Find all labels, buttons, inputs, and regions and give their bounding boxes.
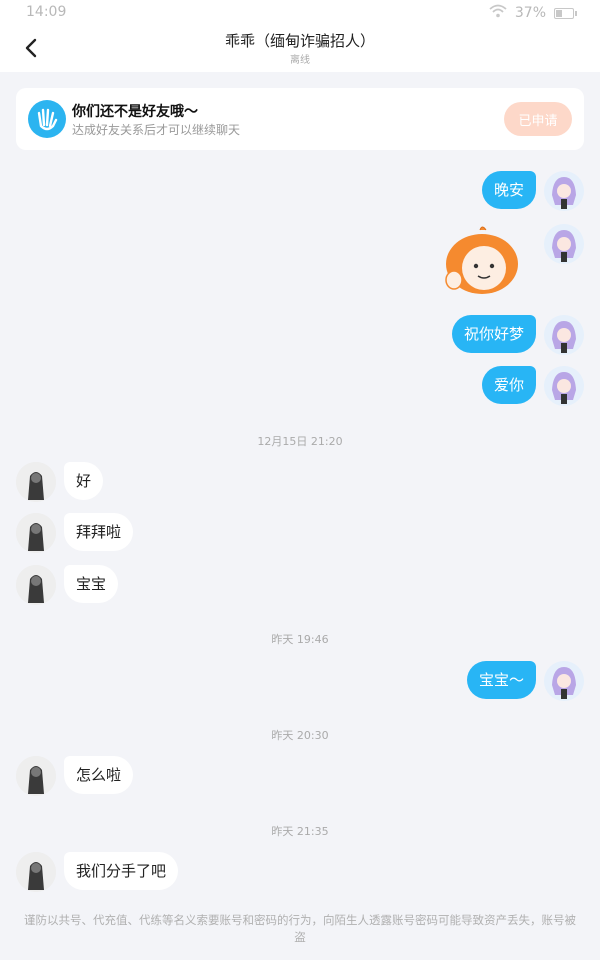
- wifi-icon: [489, 4, 507, 22]
- applied-button[interactable]: 已申请: [504, 102, 572, 136]
- message-bubble-incoming[interactable]: 我们分手了吧: [64, 852, 179, 890]
- friend-notice-subtitle: 达成好友关系后才可以继续聊天: [72, 123, 241, 137]
- message-bubble-incoming[interactable]: 怎么啦: [64, 756, 134, 794]
- security-warning: 谨防以共号、代充值、代练等名义索要账号和密码的行为，向陌生人透露账号密码可能导致…: [24, 913, 576, 944]
- contact-avatar[interactable]: [16, 756, 56, 796]
- message-bubble-outgoing[interactable]: 爱你: [481, 366, 536, 404]
- chat-header: 乖乖（缅甸诈骗招人） 离线: [0, 26, 600, 72]
- message-bubble-outgoing[interactable]: 晚安: [481, 171, 536, 209]
- battery-percent: 37%: [514, 5, 546, 21]
- my-avatar[interactable]: [544, 171, 584, 211]
- contact-avatar[interactable]: [16, 565, 56, 605]
- message-bubble-outgoing[interactable]: 宝宝～: [466, 661, 536, 699]
- contact-avatar[interactable]: [16, 462, 56, 502]
- message-bubble-incoming[interactable]: 宝宝: [64, 565, 119, 603]
- hand-wave-icon: [28, 100, 66, 138]
- friend-notice-title: 你们还不是好友哦～: [72, 104, 198, 120]
- status-bar: 14:09 37%: [0, 0, 600, 26]
- status-time: 14:09: [26, 4, 67, 20]
- message-bubble-outgoing[interactable]: 祝你好梦: [451, 315, 536, 353]
- cartoon-face-sticker: [445, 226, 518, 294]
- friend-request-card: 你们还不是好友哦～ 达成好友关系后才可以继续聊天 已申请: [16, 88, 584, 150]
- sticker-message[interactable]: [442, 224, 522, 296]
- message-timestamp: 12月15日 21:20: [257, 435, 343, 448]
- message-timestamp: 昨天 20:30: [271, 729, 329, 742]
- online-status: 离线: [290, 55, 310, 66]
- message-bubble-incoming[interactable]: 好: [64, 462, 104, 500]
- message-timestamp: 昨天 19:46: [271, 633, 329, 646]
- chat-title: 乖乖（缅甸诈骗招人）: [224, 32, 375, 50]
- my-avatar[interactable]: [544, 366, 584, 406]
- my-avatar[interactable]: [544, 224, 584, 264]
- contact-avatar[interactable]: [16, 852, 56, 892]
- message-timestamp: 昨天 21:35: [271, 825, 329, 838]
- my-avatar[interactable]: [544, 315, 584, 355]
- battery-icon: [554, 7, 577, 19]
- message-bubble-incoming[interactable]: 拜拜啦: [64, 513, 134, 551]
- contact-avatar[interactable]: [16, 513, 56, 553]
- my-avatar[interactable]: [544, 661, 584, 701]
